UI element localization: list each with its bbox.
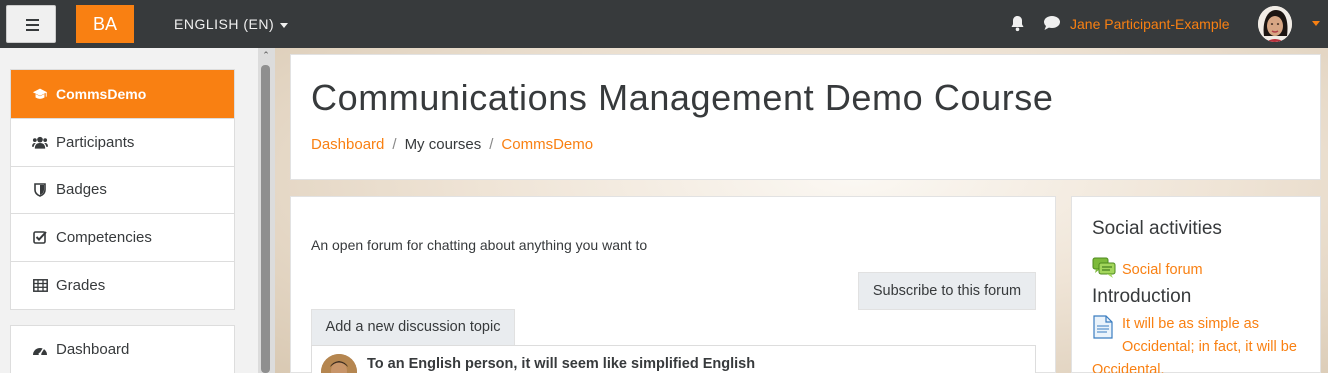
add-discussion-button[interactable]: Add a new discussion topic bbox=[311, 309, 515, 346]
activity-label: It will be as simple as Occidental; in f… bbox=[1092, 316, 1297, 373]
nav-item-dashboard[interactable]: Dashboard bbox=[11, 326, 234, 373]
top-navbar: BA ENGLISH (EN) Jane Participant-Example bbox=[0, 0, 1328, 48]
breadcrumb-separator: / bbox=[392, 136, 397, 153]
user-avatar[interactable] bbox=[1258, 6, 1292, 42]
nav-item-competencies[interactable]: Competencies bbox=[11, 214, 234, 262]
activity-label: Social forum bbox=[1122, 261, 1203, 278]
notifications-bell-icon[interactable] bbox=[1010, 15, 1025, 36]
discussion-post[interactable]: To an English person, it will seem like … bbox=[311, 345, 1036, 373]
post-subject[interactable]: To an English person, it will seem like … bbox=[367, 356, 755, 372]
nav-item-label: CommsDemo bbox=[56, 86, 147, 102]
section-title: Introduction bbox=[1092, 286, 1192, 307]
subscribe-button[interactable]: Subscribe to this forum bbox=[858, 272, 1036, 310]
nav-item-label: Grades bbox=[56, 276, 106, 294]
nav-item-badges[interactable]: Badges bbox=[11, 167, 234, 214]
site-nav-group: Dashboard bbox=[10, 325, 235, 373]
table-icon bbox=[32, 278, 48, 292]
dashboard-icon bbox=[32, 343, 48, 356]
page-title: Communications Management Demo Course bbox=[311, 77, 1054, 118]
course-header: Communications Management Demo Course Da… bbox=[290, 54, 1321, 180]
users-icon bbox=[32, 136, 48, 149]
shield-icon bbox=[32, 182, 48, 197]
forum-intro: An open forum for chatting about anythin… bbox=[311, 237, 648, 253]
hamburger-icon bbox=[26, 19, 39, 21]
hamburger-icon-line bbox=[26, 24, 39, 26]
social-forum-link[interactable]: Social forum bbox=[1092, 257, 1203, 283]
breadcrumb-course-link[interactable]: CommsDemo bbox=[501, 136, 593, 153]
language-menu[interactable]: ENGLISH (EN) bbox=[174, 0, 289, 48]
nav-item-grades[interactable]: Grades bbox=[11, 262, 234, 310]
breadcrumb-dashboard-link[interactable]: Dashboard bbox=[311, 136, 384, 153]
nav-drawer: CommsDemo Participants Badges Competenci… bbox=[0, 48, 258, 373]
file-resource-link[interactable]: It will be as simple as Occidental; in f… bbox=[1092, 313, 1302, 373]
caret-down-icon bbox=[280, 22, 289, 28]
nav-item-label: Competencies bbox=[56, 228, 152, 246]
user-name-link[interactable]: Jane Participant-Example bbox=[1070, 0, 1230, 48]
nav-item-label: Dashboard bbox=[56, 341, 130, 359]
breadcrumb-my-courses: My courses bbox=[404, 136, 482, 153]
hamburger-icon-line bbox=[26, 29, 39, 31]
document-icon bbox=[1092, 315, 1114, 347]
forum-main-region: An open forum for chatting about anythin… bbox=[290, 196, 1056, 373]
site-logo[interactable]: BA bbox=[76, 5, 134, 43]
social-activities-block: Social activities Social forum Introduct… bbox=[1071, 196, 1321, 373]
nav-item-participants[interactable]: Participants bbox=[11, 119, 234, 167]
forum-icon bbox=[1092, 257, 1116, 283]
breadcrumb: Dashboard / My courses / CommsDemo bbox=[311, 136, 593, 153]
post-author-avatar[interactable] bbox=[321, 354, 357, 373]
block-title: Social activities bbox=[1092, 218, 1222, 239]
scroll-up-arrow-icon[interactable]: ⌃ bbox=[261, 50, 271, 60]
drawer-scrollbar-thumb[interactable] bbox=[261, 65, 270, 373]
language-label: ENGLISH (EN) bbox=[174, 16, 275, 32]
checkbox-icon bbox=[32, 230, 48, 245]
graduation-cap-icon bbox=[32, 87, 48, 101]
course-nav-group: CommsDemo Participants Badges Competenci… bbox=[10, 69, 235, 310]
drawer-toggle-button[interactable] bbox=[6, 5, 56, 43]
breadcrumb-separator: / bbox=[489, 136, 494, 153]
nav-item-label: Participants bbox=[56, 133, 135, 151]
user-menu-caret-icon[interactable] bbox=[1312, 21, 1320, 26]
nav-item-course[interactable]: CommsDemo bbox=[11, 70, 234, 119]
messages-chat-icon[interactable] bbox=[1043, 15, 1061, 35]
nav-item-label: Badges bbox=[56, 181, 107, 199]
